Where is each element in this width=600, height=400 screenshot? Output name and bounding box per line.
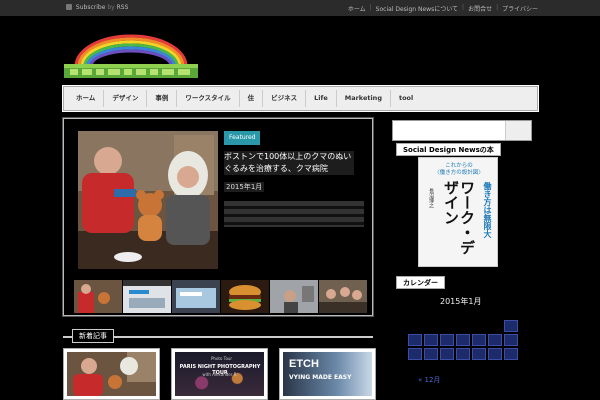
nav-item-cases[interactable]: 事例: [147, 90, 178, 107]
search-icon[interactable]: [505, 121, 531, 140]
calendar-day-empty: [472, 320, 486, 332]
slider-thumb[interactable]: [221, 280, 269, 313]
post-cards: Photo Tour PARIS NIGHT PHOTOGRAPHY TOUR …: [63, 348, 376, 400]
book-subtitle: これからの 〈働き方の設計図〉: [434, 163, 484, 176]
subscribe-label: Subscribe: [75, 4, 106, 11]
nav-item-living[interactable]: 住: [240, 90, 264, 107]
calendar-day[interactable]: [424, 348, 438, 360]
subscribe-link[interactable]: Subscribe by RSS: [66, 4, 128, 11]
nav-item-home[interactable]: ホーム: [68, 90, 105, 107]
calendar-day[interactable]: [456, 348, 470, 360]
nav-item-marketing[interactable]: Marketing: [337, 90, 391, 107]
post-card[interactable]: ETCH VYING MADE EASY: [279, 348, 376, 400]
subscribe-by: by: [107, 4, 115, 11]
post-card[interactable]: [63, 348, 160, 400]
slider-thumb[interactable]: [270, 280, 318, 313]
calendar-day[interactable]: [424, 334, 438, 346]
calendar-day-empty: [456, 320, 470, 332]
calendar-day[interactable]: [440, 348, 454, 360]
featured-badge: Featured: [224, 131, 261, 145]
book-title: ワーク・デザイン: [442, 180, 476, 255]
calendar-day[interactable]: [504, 320, 518, 332]
calendar-day[interactable]: [440, 334, 454, 346]
calendar-day-empty: [424, 320, 438, 332]
slider-thumb[interactable]: [319, 280, 367, 313]
top-bar: Subscribe by RSS ホーム | Social Design New…: [0, 0, 600, 16]
slider-thumb[interactable]: [172, 280, 220, 313]
slider-thumbnails: [74, 280, 367, 313]
section-title: 新着記事: [72, 329, 114, 343]
top-nav-home[interactable]: ホーム: [348, 4, 366, 13]
book-author: 長沼博之: [428, 188, 434, 208]
rss-icon: [66, 4, 72, 10]
featured-date: 2015年1月: [224, 182, 265, 192]
calendar-month: 2015年1月: [440, 297, 482, 306]
nav-item-tool[interactable]: tool: [391, 90, 421, 107]
search-input[interactable]: [393, 121, 505, 140]
rss-label: RSS: [116, 4, 129, 11]
calendar-day[interactable]: [408, 348, 422, 360]
post-card-kicker: Photo Tour: [211, 356, 233, 361]
top-nav-separator: |: [462, 4, 465, 11]
calendar-day[interactable]: [456, 334, 470, 346]
post-card-image[interactable]: ETCH VYING MADE EASY: [283, 352, 372, 396]
post-card-image[interactable]: [67, 352, 156, 396]
calendar-day[interactable]: [504, 334, 518, 346]
calendar-prev-link[interactable]: « 12月: [418, 375, 440, 385]
top-nav: ホーム | Social Design Newsについて | お問合せ | プラ…: [348, 4, 538, 13]
slider-thumb[interactable]: [74, 280, 122, 313]
rainbow-logo[interactable]: [62, 28, 200, 80]
featured-excerpt: [224, 201, 364, 227]
calendar-day[interactable]: [472, 334, 486, 346]
top-nav-contact[interactable]: お問合せ: [468, 4, 492, 13]
book-widget-title: Social Design Newsの本: [396, 143, 501, 156]
calendar-day-empty: [488, 320, 502, 332]
calendar-day[interactable]: [472, 348, 486, 360]
nav-item-business[interactable]: ビジネス: [263, 90, 307, 107]
nav-item-life[interactable]: Life: [306, 90, 337, 107]
calendar-day[interactable]: [408, 334, 422, 346]
book-tagline: 働き方は無限大: [483, 182, 492, 238]
featured-title[interactable]: ボストンで100体以上のクマのぬいぐるみを治療する、クマ病院: [224, 151, 354, 175]
main-nav: ホーム デザイン 事例 ワークスタイル 住 ビジネス Life Marketin…: [63, 86, 538, 111]
nav-item-design[interactable]: デザイン: [104, 90, 148, 107]
calendar-widget-title: カレンダー: [396, 276, 445, 289]
post-card[interactable]: Photo Tour PARIS NIGHT PHOTOGRAPHY TOUR …: [171, 348, 268, 400]
top-nav-separator: |: [369, 4, 372, 11]
calendar-grid: [408, 320, 518, 360]
featured-slider: Featured ボストンで100体以上のクマのぬいぐるみを治療する、クマ病院 …: [62, 117, 374, 317]
calendar-day[interactable]: [488, 348, 502, 360]
book-cover[interactable]: これからの 〈働き方の設計図〉 ワーク・デザイン 働き方は無限大 長沼博之: [418, 157, 498, 267]
post-card-subcaption: VYING MADE EASY: [289, 374, 352, 381]
top-nav-separator: |: [496, 4, 499, 11]
calendar-day-empty: [408, 320, 422, 332]
calendar-day-empty: [440, 320, 454, 332]
top-nav-about[interactable]: Social Design Newsについて: [376, 4, 458, 13]
calendar-day[interactable]: [504, 348, 518, 360]
search-box: [392, 120, 532, 141]
post-card-image[interactable]: Photo Tour PARIS NIGHT PHOTOGRAPHY TOUR …: [175, 352, 264, 396]
featured-image[interactable]: [78, 131, 218, 269]
post-card-caption: ETCH: [289, 358, 319, 370]
calendar-day[interactable]: [488, 334, 502, 346]
nav-item-workstyle[interactable]: ワークスタイル: [177, 90, 240, 107]
post-card-subcaption: with Alexander R.: [202, 372, 238, 377]
top-nav-privacy[interactable]: プライバシー: [502, 4, 538, 13]
slider-thumb[interactable]: [123, 280, 171, 313]
